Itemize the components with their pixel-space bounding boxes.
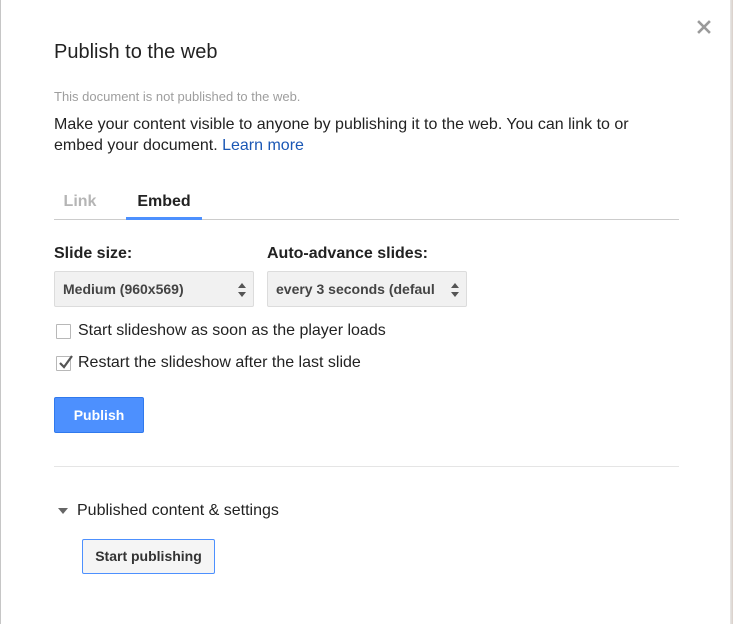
select-arrows-icon	[451, 283, 459, 297]
publish-tabs: Link Embed	[54, 186, 679, 220]
published-settings-label: Published content & settings	[77, 502, 279, 519]
auto-advance-label: Auto-advance slides:	[267, 245, 428, 262]
slide-size-value: Medium (960x569)	[63, 281, 184, 297]
dialog-description: Make your content visible to anyone by p…	[54, 114, 674, 156]
start-publishing-button[interactable]: Start publishing	[82, 539, 215, 574]
description-text: Make your content visible to anyone by p…	[54, 116, 629, 154]
dialog-title: Publish to the web	[54, 41, 218, 63]
published-settings-toggle[interactable]: Published content & settings	[58, 500, 279, 522]
section-divider	[54, 466, 679, 467]
slide-size-label: Slide size:	[54, 245, 133, 262]
restart-after-last-checkbox[interactable]	[56, 354, 73, 371]
publish-status: This document is not published to the we…	[54, 89, 301, 104]
start-on-load-option[interactable]: Start slideshow as soon as the player lo…	[54, 320, 386, 342]
close-icon	[697, 20, 711, 34]
close-button[interactable]	[691, 14, 717, 40]
checkmark-icon	[59, 354, 73, 369]
publish-button[interactable]: Publish	[54, 397, 144, 433]
triangle-down-icon	[58, 508, 68, 514]
restart-after-last-label: Restart the slideshow after the last sli…	[78, 354, 361, 371]
auto-advance-select[interactable]: every 3 seconds (defaul	[267, 271, 467, 307]
select-arrows-icon	[238, 283, 246, 297]
auto-advance-value: every 3 seconds (defaul	[276, 281, 435, 297]
tab-link[interactable]: Link	[54, 186, 106, 220]
tab-embed[interactable]: Embed	[126, 186, 202, 220]
start-on-load-label: Start slideshow as soon as the player lo…	[78, 322, 386, 339]
publish-dialog: Publish to the web This document is not …	[0, 0, 733, 624]
restart-after-last-option[interactable]: Restart the slideshow after the last sli…	[54, 352, 361, 374]
slide-size-select[interactable]: Medium (960x569)	[54, 271, 254, 307]
start-on-load-checkbox[interactable]	[56, 323, 71, 339]
learn-more-link[interactable]: Learn more	[222, 137, 304, 154]
